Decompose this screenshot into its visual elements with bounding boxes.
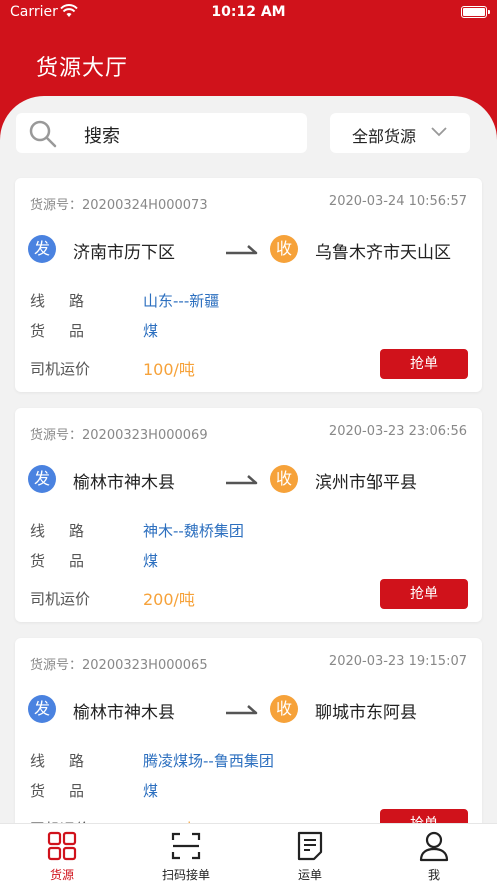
route-label: 线路 bbox=[30, 522, 109, 540]
goods-value: 煤 bbox=[143, 552, 159, 570]
route-value: 山东---新疆 bbox=[143, 292, 220, 310]
order-number: 货源号：20200323H000069 bbox=[30, 428, 208, 443]
cargo-card[interactable]: 货源号：20200323H000069 2020-03-23 23:06:56 … bbox=[15, 408, 482, 622]
chevron-down-icon bbox=[431, 127, 447, 137]
destination-badge: 收 bbox=[270, 695, 298, 723]
tab-me[interactable]: 我 bbox=[372, 824, 496, 883]
cargo-card[interactable]: 货源号：20200323H000065 2020-03-23 19:15:07 … bbox=[15, 638, 482, 852]
origin-city: 济南市历下区 bbox=[73, 243, 175, 263]
price-label: 司机运价 bbox=[30, 590, 91, 608]
route-arrow-icon bbox=[226, 705, 258, 715]
destination-city: 聊城市东阿县 bbox=[315, 703, 417, 723]
tab-scan-order[interactable]: 扫码接单 bbox=[124, 824, 248, 883]
source-filter-dropdown[interactable]: 全部货源 bbox=[330, 113, 470, 153]
battery-icon bbox=[461, 6, 490, 18]
order-number: 货源号：20200324H000073 bbox=[30, 198, 208, 213]
route-arrow-icon bbox=[226, 475, 258, 485]
goods-value: 煤 bbox=[143, 782, 159, 800]
destination-badge: 收 bbox=[270, 465, 298, 493]
document-icon bbox=[297, 831, 323, 861]
tab-label: 扫码接单 bbox=[161, 868, 210, 882]
tab-label: 我 bbox=[427, 868, 440, 882]
price-label: 司机运价 bbox=[30, 360, 91, 378]
status-bar: Carrier 10:12 AM bbox=[0, 0, 497, 26]
route-label: 线路 bbox=[30, 752, 109, 770]
route-arrow-icon bbox=[226, 245, 258, 255]
price-value: 100/吨 bbox=[143, 360, 195, 379]
route-value: 神木--魏桥集团 bbox=[143, 522, 244, 540]
price-value: 200/吨 bbox=[143, 590, 195, 609]
goods-label: 货品 bbox=[30, 782, 109, 800]
destination-city: 乌鲁木齐市天山区 bbox=[315, 243, 451, 263]
goods-label: 货品 bbox=[30, 552, 109, 570]
order-datetime: 2020-03-23 19:15:07 bbox=[328, 654, 467, 669]
filter-label: 全部货源 bbox=[352, 127, 417, 146]
scan-icon bbox=[171, 832, 201, 860]
route-label: 线路 bbox=[30, 292, 109, 310]
origin-badge: 发 bbox=[28, 695, 56, 723]
tab-label: 运单 bbox=[297, 868, 322, 882]
search-label: 搜索 bbox=[84, 126, 120, 147]
tab-waybill[interactable]: 运单 bbox=[248, 824, 372, 883]
bottom-tab-bar: 货源 扫码接单 运单 我 bbox=[0, 823, 497, 883]
goods-label: 货品 bbox=[30, 322, 109, 340]
route-value: 腾凌煤场--鲁西集团 bbox=[143, 752, 274, 770]
cargo-card[interactable]: 货源号：20200324H000073 2020-03-24 10:56:57 … bbox=[15, 178, 482, 392]
user-icon bbox=[419, 831, 449, 862]
grab-order-button[interactable]: 抢单 bbox=[380, 349, 468, 379]
destination-city: 滨州市邹平县 bbox=[315, 473, 417, 493]
order-number: 货源号：20200323H000065 bbox=[30, 658, 208, 673]
origin-badge: 发 bbox=[28, 465, 56, 493]
origin-city: 榆林市神木县 bbox=[73, 703, 175, 723]
order-datetime: 2020-03-23 23:06:56 bbox=[328, 424, 467, 439]
clock: 10:12 AM bbox=[211, 4, 286, 20]
tab-label: 货源 bbox=[49, 868, 74, 882]
origin-badge: 发 bbox=[28, 235, 56, 263]
grab-order-button[interactable]: 抢单 bbox=[380, 579, 468, 609]
search-icon bbox=[29, 120, 57, 148]
origin-city: 榆林市神木县 bbox=[73, 473, 175, 493]
order-datetime: 2020-03-24 10:56:57 bbox=[328, 194, 467, 209]
page-title: 货源大厅 bbox=[36, 56, 129, 81]
goods-value: 煤 bbox=[143, 322, 159, 340]
grid-icon bbox=[47, 831, 77, 861]
tab-cargo-source[interactable]: 货源 bbox=[0, 824, 124, 883]
search-input[interactable]: 搜索 bbox=[16, 113, 307, 153]
destination-badge: 收 bbox=[270, 235, 298, 263]
